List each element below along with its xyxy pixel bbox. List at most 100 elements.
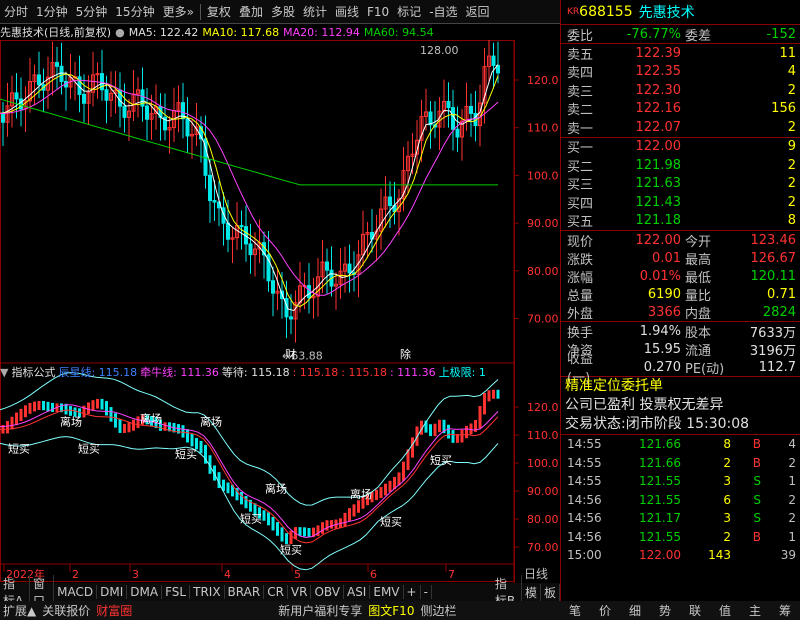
stats-block: 现价 122.00 今开 123.46 涨跌 0.01 最高 126.67 涨幅 0.01% 最低 1… [561, 231, 800, 322]
side-tab-2[interactable]: 细 [629, 602, 641, 619]
toolbar-tab-6[interactable]: 叠加 [235, 0, 267, 24]
toolbar-tab-11[interactable]: 标记 [393, 0, 425, 24]
buy-signal: 短买 [240, 512, 262, 526]
price-label: 120.0 [527, 74, 559, 87]
toolbar-tab-10[interactable]: F10 [363, 0, 393, 24]
indicator-bar [267, 512, 270, 526]
indicator-tab-12[interactable]: EMV [370, 585, 404, 599]
indicator-tab-16[interactable]: 模 [522, 583, 541, 601]
stats-row: 总量 6190 量比 0.71 [561, 285, 800, 304]
tick-count: 1 [788, 474, 796, 489]
tick-time: 14:56 [567, 529, 602, 544]
bids-volume: 9 [787, 139, 796, 155]
indicator-tab-6[interactable]: TRIX [190, 585, 225, 599]
indicator-bar [10, 416, 14, 430]
indicator-name[interactable]: 指标公式 [11, 364, 55, 380]
settings-icon[interactable]: ● [115, 26, 125, 39]
tick-row: 14:55 121.55 3 S 1 [561, 472, 800, 491]
market-tag: KR [567, 7, 580, 17]
stats2-value: 1.94% [639, 323, 681, 339]
info-line1[interactable]: 精准定位委托单 [561, 377, 800, 396]
side-tab-0[interactable]: 笔 [569, 602, 581, 619]
kline-chart[interactable]: 120.0 110.0 100.0 90.00 80.00 70.00 120.0 110.0… [0, 40, 560, 583]
buy-signal: 短买 [280, 542, 302, 556]
indicator-tab-5[interactable]: FSL [162, 585, 191, 599]
indicator-bar [289, 530, 293, 545]
ind-axis-label: 100.0 [527, 457, 559, 470]
indicator-bar [15, 412, 18, 426]
indicator-bar [343, 512, 347, 527]
toolbar-tab-7[interactable]: 多股 [267, 0, 299, 24]
upper-band [0, 371, 499, 506]
buy-signal: 短买 [78, 442, 100, 456]
toolbar-tab-1[interactable]: 1分钟 [32, 0, 72, 24]
toolbar-tab-4[interactable]: 更多» [159, 0, 198, 24]
indicator-bar [307, 528, 311, 538]
bids-label: 买三 [567, 178, 594, 194]
bids-label: 买五 [567, 215, 594, 231]
toolbar-tab-2[interactable]: 5分钟 [72, 0, 112, 24]
side-tab-7[interactable]: 筹 [779, 602, 791, 619]
indicator-tab-8[interactable]: CR [264, 585, 288, 599]
bids-row: 买二 121.98 2 [561, 156, 800, 175]
indicator-tab-4[interactable]: DMA [127, 585, 163, 599]
tick-count: 4 [788, 437, 796, 452]
tick-time: 15:00 [567, 548, 602, 563]
stock-code: 688155 [579, 4, 633, 20]
indicator-tab-9[interactable]: VR [288, 585, 312, 599]
stats-row: 涨幅 0.01% 最低 120.11 [561, 267, 800, 286]
indicator-bar [456, 434, 459, 443]
status-tab-2[interactable]: 财富圈 [93, 602, 135, 619]
indicator-bar [303, 527, 306, 537]
asks-price: 122.07 [635, 119, 682, 135]
status-tab-1[interactable]: 关联报价 [39, 602, 93, 619]
indicator-tab-17[interactable]: 板 [541, 583, 560, 601]
chart-title: 先惠技术(日线,前复权) [0, 26, 112, 39]
candle-body [469, 105, 473, 114]
indicator-bar [285, 533, 288, 545]
indicator-bar [69, 406, 72, 416]
side-tab-6[interactable]: 主 [749, 602, 761, 619]
side-tab-5[interactable]: 值 [719, 602, 731, 619]
indicator-tab-2[interactable]: MACD [54, 585, 98, 599]
toolbar-tab-12[interactable]: -自选 [425, 0, 461, 24]
toolbar-tab-13[interactable]: 返回 [462, 0, 494, 24]
stats2-label: 流通 [685, 343, 712, 359]
indicator-bar [244, 495, 248, 509]
toolbar-tab-8[interactable]: 统计 [299, 0, 331, 24]
indicator-tab-14[interactable]: - [421, 585, 432, 599]
bids-label: 买四 [567, 196, 594, 212]
side-tab-1[interactable]: 价 [599, 602, 611, 619]
indicator-bar [33, 401, 36, 412]
indicator-tab-3[interactable]: DMI [97, 585, 128, 599]
candle-body [388, 196, 392, 206]
stats2-label: 换手 [567, 325, 594, 341]
bids-row: 买四 121.43 2 [561, 193, 800, 212]
indicator-tab-11[interactable]: ASI [344, 585, 371, 599]
indicator-line3: 等待: 115.18 [221, 366, 290, 379]
status-tab-4[interactable]: 图文F10 [365, 602, 417, 619]
stats2-label: 股本 [685, 325, 712, 341]
status-tab-3[interactable]: 新用户福利专享 [275, 602, 365, 619]
bids-volume: 2 [787, 194, 796, 210]
side-tab-4[interactable]: 联 [689, 602, 701, 619]
indicator-bar [37, 401, 41, 411]
side-tab-3[interactable]: 势 [659, 602, 671, 619]
status-tab-5[interactable]: 侧边栏 [417, 602, 459, 619]
right-tabs: 笔价细势联值主筹 [560, 601, 800, 620]
indicator-tab-13[interactable]: + [404, 585, 421, 599]
stats2-label: PE(动) [685, 361, 725, 377]
toolbar-tab-9[interactable]: 画线 [331, 0, 363, 24]
candle-body [347, 263, 352, 274]
indicator-tab-10[interactable]: OBV [311, 585, 344, 599]
dropdown-icon[interactable]: ▼ [0, 366, 8, 379]
toolbar-tab-3[interactable]: 15分钟 [111, 0, 158, 24]
status-tab-0[interactable]: 扩展▲ [0, 602, 39, 619]
toolbar-tab-0[interactable]: 分时 [0, 0, 32, 24]
date-label: 5 [294, 568, 301, 581]
ma60-line [0, 98, 498, 186]
toolbar-tab-5[interactable]: 复权 [203, 0, 235, 24]
indicator-tab-7[interactable]: BRAR [225, 585, 265, 599]
stats-value: 123.46 [750, 232, 797, 248]
indicator-bar [262, 510, 266, 521]
